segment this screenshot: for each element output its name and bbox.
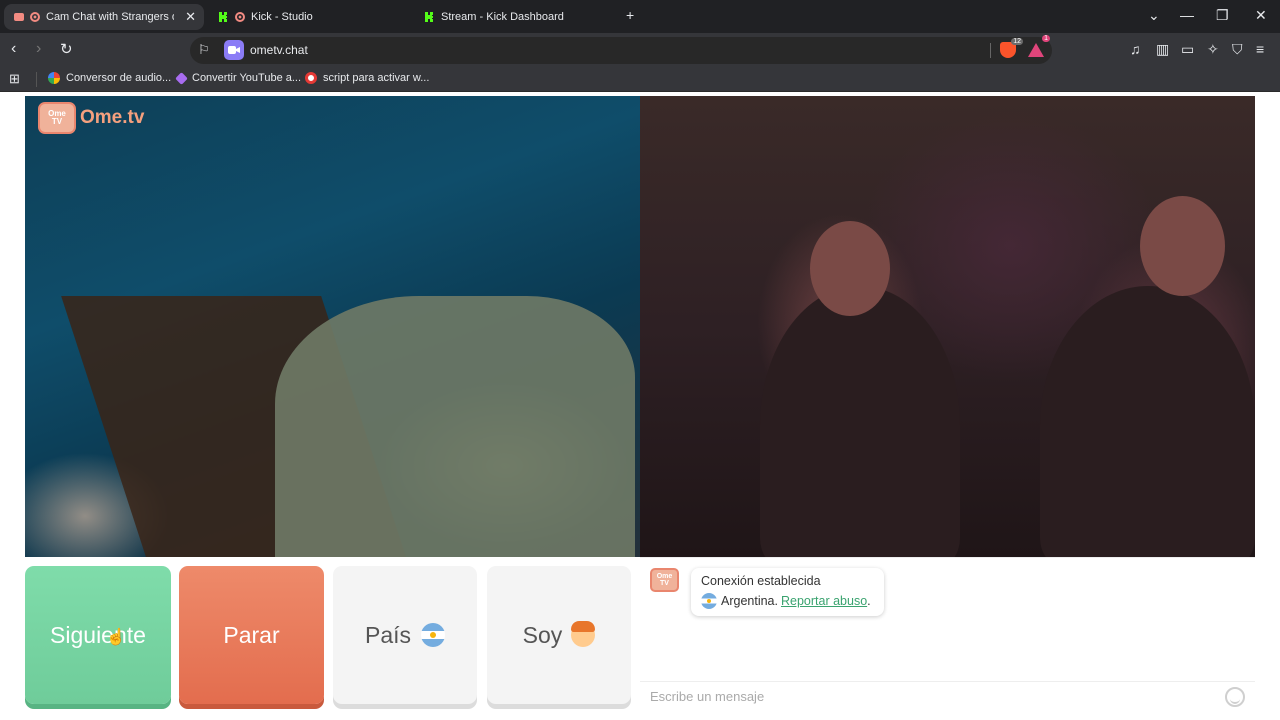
- report-suffix: .: [867, 594, 871, 608]
- bookmark-favicon-icon: [48, 72, 60, 84]
- tab-ometv[interactable]: Cam Chat with Strangers on O ✕: [4, 4, 204, 30]
- maximize-button[interactable]: ❐: [1216, 7, 1229, 24]
- remote-face: [810, 221, 890, 316]
- chat-logo-bottom: TV: [660, 580, 669, 587]
- kick-favicon-icon: [424, 11, 436, 23]
- country-button[interactable]: País: [333, 566, 477, 704]
- local-video: [25, 96, 640, 557]
- remote-person: [760, 286, 960, 557]
- apps-grid-icon[interactable]: ⊞: [9, 71, 20, 87]
- partner-country: Argentina.: [721, 594, 778, 608]
- recording-icon: [235, 12, 245, 22]
- stop-button[interactable]: Parar: [179, 566, 324, 704]
- tab-list-icon[interactable]: ⌄: [1148, 7, 1160, 24]
- address-bar[interactable]: ⚐ ometv.chat 12 1: [190, 35, 1052, 64]
- connection-status: Conexión establecida: [701, 574, 821, 588]
- kick-favicon-icon: [218, 11, 230, 23]
- tab-kick-studio[interactable]: Kick - Studio: [218, 4, 403, 30]
- divider: [36, 72, 37, 87]
- chat-logo-top: Ome: [656, 573, 673, 580]
- menu-icon[interactable]: ≡: [1256, 41, 1264, 57]
- ometv-logo[interactable]: Ome TV Ome.tv: [38, 102, 144, 134]
- boy-avatar-icon: [571, 621, 596, 647]
- bookmark-label: script para activar w...: [323, 72, 430, 84]
- ometv-chat-logo-icon: Ome TV: [650, 568, 679, 592]
- next-label: Siguiente: [50, 621, 146, 648]
- leo-ai-icon[interactable]: ✧: [1207, 41, 1219, 58]
- close-window-button[interactable]: ✕: [1255, 7, 1267, 24]
- message-input[interactable]: [640, 682, 1200, 710]
- media-icon[interactable]: ♫: [1130, 41, 1141, 57]
- stop-label: Parar: [223, 621, 280, 648]
- back-button[interactable]: ‹: [11, 40, 16, 58]
- bookmark-item[interactable]: Conversor de audio...: [48, 72, 171, 84]
- remote-person: [1040, 286, 1255, 557]
- logo-tv-bottom: TV: [51, 117, 63, 126]
- logo-text: Ome.tv: [80, 107, 145, 128]
- forward-button[interactable]: ›: [36, 40, 41, 58]
- tab-strip: Cam Chat with Strangers on O ✕ Kick - St…: [0, 0, 1280, 33]
- pillow: [275, 296, 635, 557]
- ometv-favicon-icon: [13, 11, 25, 23]
- bookmark-label: Convertir YouTube a...: [192, 72, 302, 84]
- bookmark-item[interactable]: script para activar w...: [305, 72, 429, 84]
- bookmark-favicon-icon: [175, 71, 188, 85]
- remote-video: [640, 96, 1255, 557]
- divider: [990, 43, 991, 58]
- shield-count-badge: 12: [1011, 38, 1023, 45]
- url-text: ometv.chat: [250, 43, 308, 57]
- browser-toolbar: ‹ › ↻ ⚐ ometv.chat 12 1 ♫ ▥ ▭ ✧ ⛉ ≡: [0, 33, 1280, 67]
- new-tab-button[interactable]: +: [626, 7, 634, 23]
- close-tab-icon[interactable]: ✕: [185, 9, 196, 25]
- recording-icon: [30, 12, 40, 22]
- remote-face: [1140, 196, 1225, 296]
- country-label: País: [364, 621, 412, 648]
- tab-title: Kick - Studio: [251, 11, 313, 23]
- gender-label: Soy: [522, 621, 563, 648]
- next-button[interactable]: Siguiente: [25, 566, 171, 704]
- tab-title: Cam Chat with Strangers on O: [46, 11, 174, 23]
- brave-shields-icon[interactable]: 12: [1000, 38, 1023, 58]
- message-composer: [640, 681, 1255, 711]
- argentina-flag-icon: [421, 623, 446, 647]
- bookmarks-bar: ⊞ Conversor de audio... Convertir YouTub…: [0, 67, 1280, 92]
- bookmark-favicon-icon: [305, 72, 317, 84]
- bookmark-icon[interactable]: ⚐: [198, 42, 210, 58]
- tab-title: Stream - Kick Dashboard: [441, 11, 564, 23]
- hand-cursor-icon: ☝: [106, 629, 126, 646]
- report-abuse-link[interactable]: Reportar abuso: [781, 594, 867, 608]
- emoji-icon[interactable]: [1225, 687, 1245, 707]
- sidebar-icon[interactable]: ▥: [1156, 41, 1169, 58]
- bookmark-label: Conversor de audio...: [66, 72, 172, 84]
- wallet-icon[interactable]: ▭: [1181, 41, 1194, 58]
- rewards-count-badge: 1: [1042, 35, 1050, 42]
- chat-panel: Ome TV Conexión establecida Argentina. R…: [640, 557, 1255, 711]
- gender-button[interactable]: Soy: [487, 566, 631, 704]
- site-info-icon[interactable]: [224, 40, 244, 60]
- system-message: Conexión establecida Argentina. Reportar…: [691, 568, 884, 616]
- bookmark-item[interactable]: Convertir YouTube a...: [175, 71, 302, 85]
- tv-logo-icon: Ome TV: [38, 102, 76, 134]
- tab-kick-dashboard[interactable]: Stream - Kick Dashboard: [424, 4, 609, 30]
- vpn-icon[interactable]: ⛉: [1232, 41, 1243, 58]
- argentina-flag-icon: [701, 593, 717, 609]
- minimize-button[interactable]: —: [1180, 7, 1194, 23]
- reload-button[interactable]: ↻: [60, 40, 73, 58]
- brave-rewards-icon[interactable]: 1: [1028, 35, 1050, 57]
